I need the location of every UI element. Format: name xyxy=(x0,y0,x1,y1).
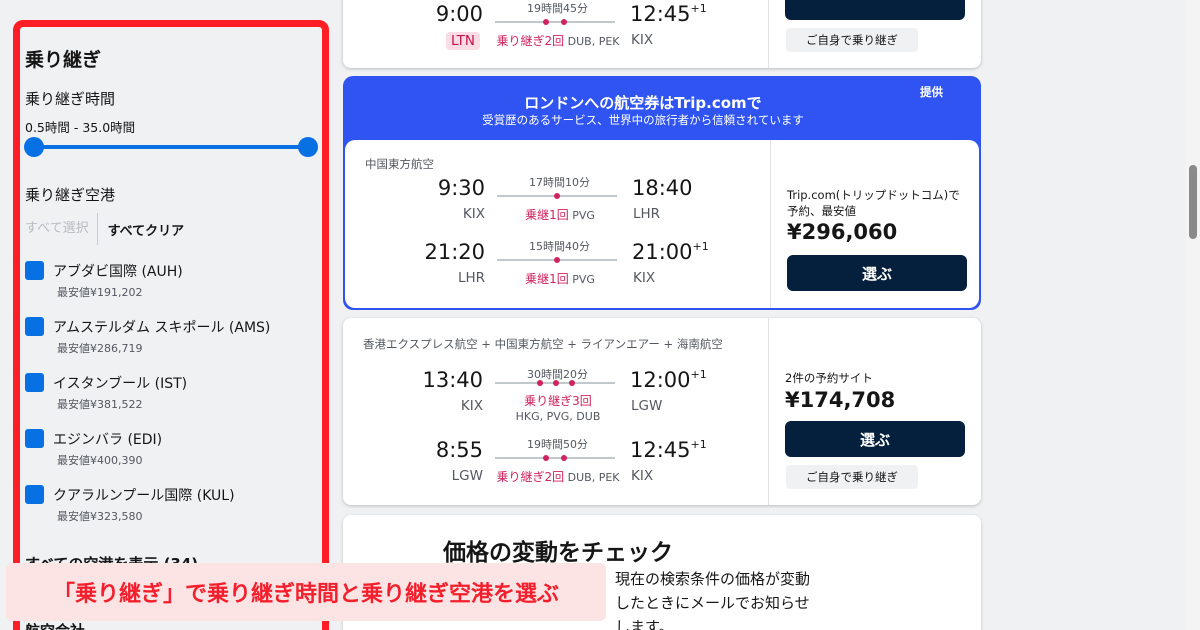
route-line xyxy=(495,19,615,25)
airline-names: 香港エクスプレス航空 + 中国東方航空 + ライアンエアー + 海南航空 xyxy=(363,337,723,351)
booking-sites-count: 2件の予約サイト xyxy=(785,371,873,385)
departure-time: 9:30 xyxy=(437,176,485,200)
arrival-time: 12:00+1 xyxy=(630,368,707,392)
flight-leg-outbound: 13:40 30時間20分 12:00+1 KIX 乗り継ぎ3回 HKG, PVG… xyxy=(343,368,768,428)
departure-time: 21:20 xyxy=(424,240,485,264)
arrival-airport-code: LGW xyxy=(631,398,663,414)
departure-airport-code: KIX xyxy=(462,206,485,222)
flight-duration: 19時間50分 xyxy=(527,438,588,451)
stop-dot xyxy=(561,455,567,461)
price-alert-body: 現在の検索条件の価格が変動したときにメールでお知らせします。 xyxy=(615,570,811,630)
route-line xyxy=(497,193,617,199)
flight-result-card[interactable]: 9:00 19時間45分 12:45+1 LTN 乗り継ぎ2回 DUB, PEK… xyxy=(343,0,981,68)
trip-com-promo-card[interactable]: ロンドンへの航空券はTrip.comで 受賞歴のあるサービス、世界中の旅行者から… xyxy=(343,76,981,310)
sponsored-label: 提供 xyxy=(920,85,943,99)
caption-text: 「乗り継ぎ」で乗り継ぎ時間と乗り継ぎ空港を選ぶ xyxy=(52,582,559,607)
provider-text: Trip.com(トリップドットコム)で予約、最安値 xyxy=(787,188,960,218)
stops-info: 乗継1回 PVG xyxy=(525,272,595,286)
flight-leg-return: 21:20 15時間40分 21:00+1 LHR 乗継1回 PVG KIX xyxy=(345,240,770,300)
price: ¥296,060 xyxy=(787,220,898,244)
departure-airport-code: KIX xyxy=(460,398,483,414)
self-transfer-tag: ご自身で乗り継ぎ xyxy=(786,465,918,489)
stop-dot xyxy=(553,380,559,386)
card-divider xyxy=(770,140,771,308)
departure-airport-code: LTN xyxy=(446,32,481,50)
airline-name: 中国東方航空 xyxy=(365,157,434,171)
stops-info: 乗継1回 PVG xyxy=(525,208,595,222)
arrival-time: 12:45+1 xyxy=(630,438,707,462)
arrival-airport-code: LHR xyxy=(633,206,661,222)
route-line xyxy=(495,455,615,461)
self-transfer-tag: ご自身で乗り継ぎ xyxy=(786,28,918,52)
stop-dot xyxy=(537,380,543,386)
flight-leg-return: 8:55 19時間50分 12:45+1 LGW 乗り継ぎ2回 DUB, PEK… xyxy=(343,438,768,498)
arrival-airport-code: KIX xyxy=(631,468,654,484)
price: ¥174,708 xyxy=(785,388,896,412)
highlight-frame xyxy=(13,20,329,630)
stop-dot xyxy=(569,380,575,386)
departure-time: 8:55 xyxy=(435,438,483,462)
promo-headline: ロンドンへの航空券はTrip.comで xyxy=(524,94,762,112)
select-button[interactable]: 選ぶ xyxy=(785,421,965,457)
scrollbar-thumb[interactable] xyxy=(1189,165,1197,239)
stop-dot xyxy=(543,19,549,25)
route-line xyxy=(495,380,615,386)
select-button[interactable] xyxy=(785,0,965,20)
flight-leg: 9:00 19時間45分 12:45+1 LTN 乗り継ぎ2回 DUB, PEK… xyxy=(343,2,768,62)
stop-dot xyxy=(561,19,567,25)
select-button[interactable]: 選ぶ xyxy=(787,255,967,291)
page-scrollbar[interactable] xyxy=(1186,0,1200,630)
departure-time: 9:00 xyxy=(435,2,483,26)
flight-duration: 15時間40分 xyxy=(529,240,590,253)
stop-dot xyxy=(554,193,560,199)
stop-dot xyxy=(554,257,560,263)
flight-duration: 19時間45分 xyxy=(527,2,588,15)
card-divider xyxy=(768,318,769,505)
card-divider xyxy=(768,0,769,68)
route-line xyxy=(497,257,617,263)
arrival-time: 12:45+1 xyxy=(630,2,707,26)
arrival-time: 18:40 xyxy=(632,176,693,200)
arrival-time: 21:00+1 xyxy=(632,240,709,264)
price-alert-title: 価格の変動をチェック xyxy=(443,540,673,566)
departure-airport-code: LHR xyxy=(457,270,485,286)
stops-info: 乗り継ぎ3回 HKG, PVG, DUB xyxy=(515,394,601,423)
arrival-airport-code: KIX xyxy=(631,32,654,48)
promo-flight-panel: 中国東方航空 9:30 17時間10分 18:40 KIX 乗継1回 PVG L… xyxy=(345,140,979,308)
flight-result-card[interactable]: 香港エクスプレス航空 + 中国東方航空 + ライアンエアー + 海南航空 13:… xyxy=(343,318,981,505)
filter-sidebar: 乗り継ぎ 乗り継ぎ時間 0.5時間 - 35.0時間 乗り継ぎ空港 すべて選択 … xyxy=(0,0,330,630)
promo-subline: 受賞歴のあるサービス、世界中の旅行者から信頼されています xyxy=(482,113,804,127)
instruction-caption: 「乗り継ぎ」で乗り継ぎ時間と乗り継ぎ空港を選ぶ xyxy=(6,563,606,621)
departure-time: 13:40 xyxy=(422,368,483,392)
stops-info: 乗り継ぎ2回 DUB, PEK xyxy=(496,34,620,48)
flight-leg-outbound: 9:30 17時間10分 18:40 KIX 乗継1回 PVG LHR xyxy=(345,176,770,236)
arrival-airport-code: KIX xyxy=(633,270,656,286)
departure-airport-code: LGW xyxy=(451,468,483,484)
stops-info: 乗り継ぎ2回 DUB, PEK xyxy=(496,470,620,484)
flight-duration: 17時間10分 xyxy=(529,176,590,189)
stop-dot xyxy=(543,455,549,461)
